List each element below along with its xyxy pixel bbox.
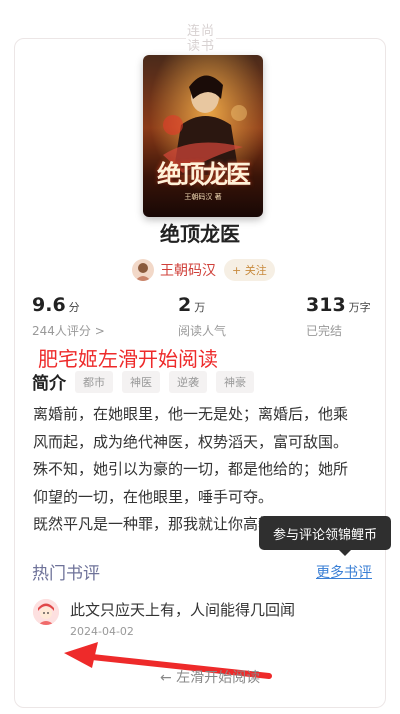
word-count-value: 313 (306, 294, 346, 316)
intro-line: 离婚前，在她眼里，他一无是处；离婚后，他乘 (33, 405, 349, 423)
intro-title: 简介 (32, 374, 66, 394)
rating-value: 9.6 (32, 294, 66, 316)
author-avatar[interactable] (132, 259, 154, 281)
intro-line: 风而起，成为绝代神医，权势滔天，富可敌国。 (33, 432, 349, 451)
reviewer-avatar[interactable] (33, 599, 59, 625)
intro-header: 简介 都市 神医 逆袭 神豪 (32, 369, 254, 394)
more-reviews-link[interactable]: 更多书评 (316, 562, 372, 582)
tag-item[interactable]: 神豪 (216, 370, 254, 393)
popularity-value: 2 (178, 294, 192, 316)
reviews-title: 热门书评 (32, 564, 100, 584)
author-name[interactable]: 王朝码汉 (160, 260, 216, 280)
tag-item[interactable]: 神医 (122, 370, 160, 393)
book-title: 绝顶龙医 (160, 222, 240, 246)
tag-item[interactable]: 都市 (75, 370, 113, 393)
rating-unit: 分 (68, 301, 80, 314)
author-row[interactable]: 王朝码汉 + 关注 (132, 258, 275, 282)
cover-title-art: 绝顶龙医 (156, 160, 251, 189)
stat-popularity: 2万 阅读人气 (178, 294, 226, 339)
brand-stamp: 连尚 读书 (186, 22, 216, 56)
brand-stamp-text: 连尚 读书 (186, 24, 215, 54)
review-text: 此文只应天上有，人间能得几回闻 (70, 601, 296, 619)
review-date: 2024-04-02 (70, 625, 134, 638)
word-count-unit: 万字 (348, 301, 371, 314)
stat-word-count: 313 万字 已完结 (306, 294, 371, 339)
follow-button[interactable]: + 关注 (224, 259, 275, 281)
book-cover[interactable]: 绝顶龙医 王朝码汉 著 (143, 55, 263, 217)
swipe-hint: ← 左滑开始阅读 (160, 670, 261, 686)
tag-item[interactable]: 逆袭 (169, 370, 207, 393)
popularity-unit: 万 (194, 301, 206, 314)
popularity-label: 阅读人气 (178, 324, 227, 338)
review-reward-tooltip[interactable]: 参与评论领锦鲤币 (259, 516, 391, 556)
cover-author-line: 王朝码汉 著 (184, 193, 222, 201)
intro-line: 仰望的一切，在他眼里，唾手可夺。 (33, 487, 274, 506)
completion-status: 已完结 (306, 324, 343, 338)
stat-rating[interactable]: 9.6 分 244人评分 > (32, 294, 105, 339)
intro-line: 殊不知，她引以为豪的一切，都是他给的；她所 (33, 460, 349, 478)
swipe-overlay-banner: 肥宅姬左滑开始阅读 (38, 347, 218, 371)
rating-count-link[interactable]: 244人评分 > (32, 322, 105, 339)
